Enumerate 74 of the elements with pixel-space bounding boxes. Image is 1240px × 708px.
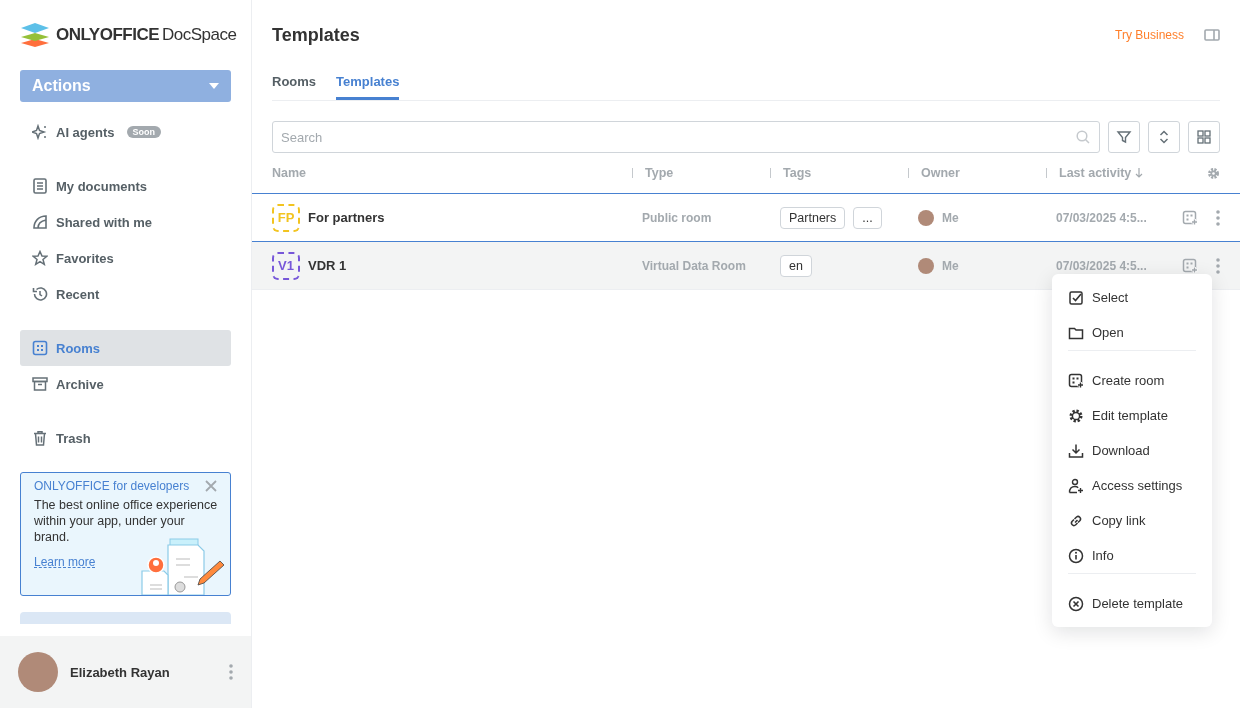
tag[interactable]: en (780, 254, 812, 277)
logo-product-text: DocSpace (162, 25, 237, 45)
more-icon[interactable] (1216, 209, 1220, 226)
logo-brand-text: ONLYOFFICE (56, 25, 159, 45)
sparkle-icon (32, 124, 48, 140)
document-icon (32, 178, 48, 194)
history-icon (32, 286, 48, 302)
more-icon[interactable] (1216, 257, 1220, 274)
trash-icon (32, 430, 48, 446)
room-type: Public room (642, 210, 712, 225)
archive-icon (32, 376, 48, 392)
menu-item[interactable]: Edit template (1052, 398, 1212, 433)
sidebar-item[interactable]: AI agents Soon (20, 114, 231, 150)
owner-name: Me (942, 210, 959, 225)
soon-badge: Soon (126, 126, 161, 138)
grid-icon (1196, 129, 1212, 145)
user-avatar[interactable] (18, 652, 58, 692)
owner-avatar (918, 209, 934, 226)
menu-item[interactable]: Info (1052, 538, 1212, 573)
tab[interactable]: Templates (336, 70, 400, 100)
menu-item[interactable]: Create room (1052, 363, 1212, 398)
tag[interactable]: ... (853, 206, 882, 229)
owner-name: Me (942, 258, 959, 273)
menu-item[interactable]: Delete template (1052, 586, 1212, 621)
last-activity: 07/03/2025 4:5... (1056, 210, 1147, 225)
tab[interactable]: Rooms (272, 70, 317, 100)
sidebar-item[interactable]: Trash (20, 420, 231, 456)
filter-button[interactable] (1108, 121, 1140, 153)
delete-circle-icon (1068, 595, 1084, 612)
logo-icon (20, 22, 50, 48)
caret-icon (209, 83, 219, 89)
room-logo: FP (272, 203, 300, 232)
sort-button[interactable] (1148, 121, 1180, 153)
settings-icon[interactable] (1207, 166, 1220, 180)
tag[interactable]: Partners (780, 206, 846, 229)
menu-item[interactable]: Copy link (1052, 503, 1212, 538)
sidebar-item[interactable]: Archive (20, 366, 231, 402)
learn-more-link[interactable]: Learn more (34, 555, 96, 569)
page-title: Templates (272, 24, 360, 46)
menu-item[interactable]: Access settings (1052, 468, 1212, 503)
search-field[interactable]: Search (272, 121, 1100, 153)
owner-avatar (918, 257, 934, 274)
create-room-icon[interactable] (1182, 209, 1198, 226)
room-type: Virtual Data Room (642, 258, 746, 273)
sidebar-item[interactable]: Recent (20, 276, 231, 312)
info-icon (1068, 547, 1084, 564)
promo-title: ONLYOFFICE for developers (34, 479, 190, 493)
search-icon (1076, 130, 1090, 144)
room-name: For partners (308, 210, 385, 225)
person-plus-icon (1068, 477, 1084, 494)
panel-icon[interactable] (1204, 29, 1220, 41)
room-logo: V1 (272, 251, 300, 280)
shared-icon (32, 214, 48, 230)
more-icon[interactable] (229, 664, 233, 680)
sort-arrow-icon (1135, 168, 1144, 178)
checkbox-icon (1068, 289, 1084, 306)
menu-item[interactable]: Open (1052, 315, 1212, 350)
create-room-icon (1068, 372, 1084, 389)
menu-item[interactable]: Download (1052, 433, 1212, 468)
star-icon (32, 250, 48, 266)
sidebar-item[interactable]: My documents (20, 168, 231, 204)
sidebar-item[interactable]: Favorites (20, 240, 231, 276)
last-activity: 07/03/2025 4:5... (1056, 258, 1147, 273)
table-row[interactable]: V1 VDR 1 Virtual Data Room en Me 07/03/2025 4:5... (252, 242, 1240, 290)
close-icon[interactable] (205, 480, 217, 492)
sidebar-item[interactable]: Shared with me (20, 204, 231, 240)
settings-icon (1068, 407, 1084, 424)
rooms-icon (32, 340, 48, 356)
view-button[interactable] (1188, 121, 1220, 153)
filter-icon (1116, 129, 1132, 145)
download-icon (1068, 442, 1084, 459)
room-name: VDR 1 (308, 258, 347, 273)
user-name: Elizabeth Rayan (70, 664, 171, 680)
promo-text: The best online office experience within your app, under your brand. (34, 497, 219, 545)
